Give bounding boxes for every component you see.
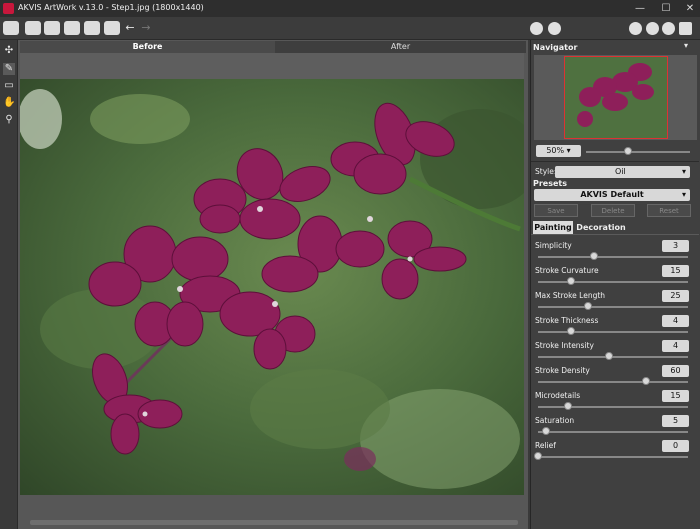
image-canvas[interactable] xyxy=(20,79,524,495)
navigator-title: Navigator xyxy=(533,43,578,52)
param-value-field[interactable]: 0 xyxy=(662,440,689,452)
param-slider-knob[interactable] xyxy=(541,427,550,435)
help-icon[interactable] xyxy=(646,22,659,35)
param-slider-knob[interactable] xyxy=(604,352,613,360)
param-slider[interactable] xyxy=(538,356,688,358)
chevron-down-icon: ▾ xyxy=(681,167,686,176)
param-label: Stroke Thickness xyxy=(535,316,599,325)
tab-before[interactable]: Before xyxy=(20,41,275,53)
info-icon[interactable] xyxy=(629,22,642,35)
hand-tool-icon[interactable]: ✋ xyxy=(3,97,15,109)
open-file-icon[interactable] xyxy=(25,21,41,35)
preset-select[interactable]: AKVIS Default ▾ xyxy=(534,189,690,201)
save-file-icon[interactable] xyxy=(44,21,60,35)
param-label: Relief xyxy=(535,441,556,450)
delete-preset-button[interactable]: Delete xyxy=(591,204,635,217)
zoom-value: 50% xyxy=(546,146,565,155)
preset-value: AKVIS Default xyxy=(580,190,644,199)
param-slider[interactable] xyxy=(538,456,688,458)
tab-after[interactable]: After xyxy=(275,41,526,53)
batch-icon[interactable] xyxy=(84,21,100,35)
param-slider-knob[interactable] xyxy=(567,277,575,285)
collapse-icon[interactable]: ▾ xyxy=(684,41,688,50)
tab-divider xyxy=(531,234,699,235)
zoom-tool-icon[interactable]: ⚲ xyxy=(3,114,15,126)
param-slider-knob[interactable] xyxy=(642,377,650,385)
horizontal-scrollbar[interactable] xyxy=(30,520,518,525)
preferences-icon[interactable] xyxy=(104,21,120,35)
param-slider-knob[interactable] xyxy=(534,452,542,460)
navigator-thumb-image xyxy=(565,57,667,138)
param-slider[interactable] xyxy=(538,331,688,333)
maximize-icon[interactable]: ☐ xyxy=(656,1,676,16)
param-label: Stroke Curvature xyxy=(535,266,599,275)
param-slider-knob[interactable] xyxy=(583,302,592,310)
style-value: Oil xyxy=(615,167,626,176)
style-label: Style: xyxy=(535,167,557,176)
param-slider-knob[interactable] xyxy=(567,327,575,335)
param-label: Simplicity xyxy=(535,241,572,250)
undo-icon[interactable]: ← xyxy=(124,21,136,35)
zoom-slider[interactable] xyxy=(586,151,690,153)
divider xyxy=(531,161,699,162)
param-value-field[interactable]: 4 xyxy=(662,340,689,352)
print-icon[interactable] xyxy=(64,21,80,35)
settings-gear-icon[interactable] xyxy=(662,22,675,35)
redo-icon[interactable]: → xyxy=(140,21,152,35)
param-slider[interactable] xyxy=(538,406,688,408)
canvas-margin-bottom xyxy=(20,495,524,520)
canvas-margin xyxy=(20,53,524,79)
param-slider[interactable] xyxy=(538,256,688,258)
app-logo-icon xyxy=(3,3,14,14)
param-slider[interactable] xyxy=(538,381,688,383)
param-label: Saturation xyxy=(535,416,575,425)
navigator-thumbnail[interactable] xyxy=(564,56,668,139)
chevron-down-icon: ▾ xyxy=(681,190,686,199)
param-label: Stroke Density xyxy=(535,366,590,375)
minimize-icon[interactable]: — xyxy=(630,1,650,16)
home-icon[interactable] xyxy=(3,21,19,35)
reset-preset-button[interactable]: Reset xyxy=(647,204,691,217)
param-label: Stroke Intensity xyxy=(535,341,594,350)
param-value-field[interactable]: 5 xyxy=(662,415,689,427)
feedback-icon[interactable] xyxy=(679,22,692,35)
param-slider[interactable] xyxy=(538,306,688,308)
param-value-field[interactable]: 60 xyxy=(662,365,689,377)
save-preset-button[interactable]: Save xyxy=(534,204,578,217)
brush-tool-icon[interactable]: ✎ xyxy=(3,63,15,75)
tab-decoration[interactable]: Decoration xyxy=(576,221,626,234)
close-icon[interactable]: ✕ xyxy=(680,1,700,16)
param-value-field[interactable]: 3 xyxy=(662,240,689,252)
param-slider-knob[interactable] xyxy=(589,252,598,260)
orchid-photo xyxy=(20,79,524,495)
zoom-slider-knob[interactable] xyxy=(624,147,632,155)
stroke-direction-icon[interactable]: ✣ xyxy=(3,45,15,57)
param-slider[interactable] xyxy=(538,281,688,283)
param-slider-knob[interactable] xyxy=(564,402,572,410)
param-label: Max Stroke Length xyxy=(535,291,606,300)
window-title: AKVIS ArtWork v.13.0 - Step1.jpg (1800x1… xyxy=(18,3,204,12)
run-icon[interactable] xyxy=(530,22,543,35)
param-value-field[interactable]: 15 xyxy=(662,390,689,402)
param-slider[interactable] xyxy=(538,431,688,433)
param-label: Microdetails xyxy=(535,391,581,400)
eraser-tool-icon[interactable]: ▭ xyxy=(3,80,15,92)
apply-icon[interactable] xyxy=(548,22,561,35)
param-value-field[interactable]: 4 xyxy=(662,315,689,327)
zoom-select[interactable]: 50% ▾ xyxy=(536,145,581,157)
tab-painting[interactable]: Painting xyxy=(533,221,573,234)
param-value-field[interactable]: 25 xyxy=(662,290,689,302)
param-value-field[interactable]: 15 xyxy=(662,265,689,277)
